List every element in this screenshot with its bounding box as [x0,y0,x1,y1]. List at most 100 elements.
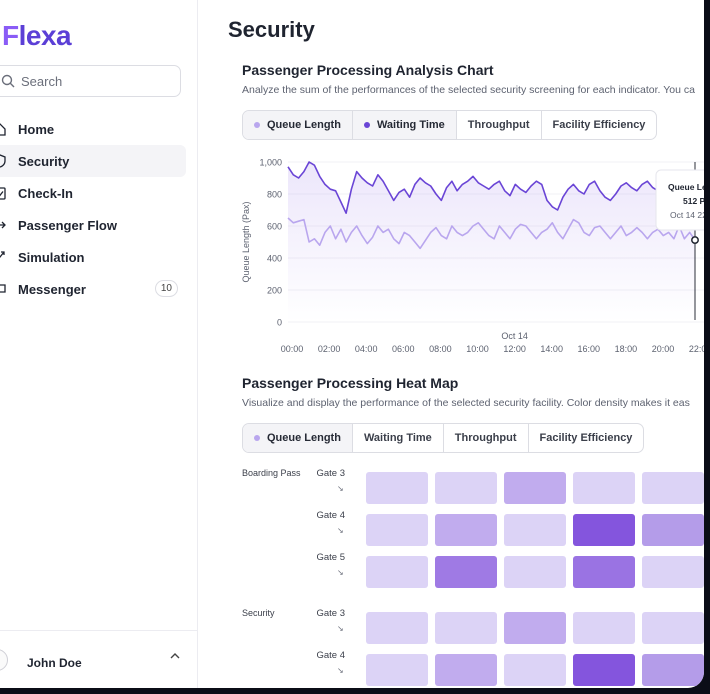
sidebar-item-passenger-flow[interactable]: Passenger Flow [0,209,198,241]
heatmap-cell[interactable] [435,472,497,504]
y-axis-label: Queue Length (Pax) [241,201,251,282]
heatmap-cell[interactable] [642,654,704,686]
heatmap-cell[interactable] [573,612,635,644]
heatmap-cell[interactable] [504,556,566,588]
tooltip-time: Oct 14 22 [670,210,704,220]
heatmap-cell[interactable] [435,514,497,546]
y-tick-label: 0 [277,318,282,328]
expand-arrow-icon[interactable]: ↘ [337,484,344,493]
sidebar-item-simulation[interactable]: Simulation [0,241,198,273]
app-logo[interactable]: Flexa [2,20,72,52]
main-content: Security Passenger Processing Analysis C… [198,0,704,688]
sidebar-item-label: Check-In [18,185,73,201]
sidebar-item-label: Passenger Flow [18,217,117,233]
heatmap-cell[interactable] [642,612,704,644]
heatmap-cell[interactable] [573,654,635,686]
sidebar-item-security[interactable]: Security [0,145,186,177]
x-tick-label: 10:00 [466,344,489,354]
x-tick-label: 14:00 [540,344,563,354]
message-icon [0,284,6,293]
heatmap-cell[interactable] [642,514,704,546]
tab-facility-efficiency[interactable]: Facility Efficiency [542,111,657,139]
tab-waiting-time[interactable]: Waiting Time [353,424,444,452]
heatmap-cell[interactable] [366,472,428,504]
heatmap-cell[interactable] [366,654,428,686]
y-tick-label: 800 [267,190,282,200]
sidebar-item-home[interactable]: Home [0,113,198,145]
x-tick-label: 04:00 [355,344,378,354]
app-window: Flexa Search Home Security Check-In Pass… [0,0,704,688]
expand-arrow-icon[interactable]: ↘ [337,624,344,633]
shield-icon [0,154,6,168]
search-input[interactable]: Search [0,65,181,97]
heatmap-cell[interactable] [366,612,428,644]
tab-throughput[interactable]: Throughput [444,424,529,452]
tab-label: Waiting Time [363,432,432,444]
heatmap-cell[interactable] [642,556,704,588]
tab-label: Facility Efficiency [539,432,633,444]
tab-throughput[interactable]: Throughput [457,111,542,139]
sidebar-item-messenger[interactable]: Messenger 10 [0,273,198,305]
expand-arrow-icon[interactable]: ↘ [337,526,344,535]
x-tick-label: 06:00 [392,344,415,354]
heatmap-cell[interactable] [366,514,428,546]
y-tick-label: 1,000 [259,158,282,168]
heatmap-cell[interactable] [366,556,428,588]
tab-waiting-time[interactable]: Waiting Time [352,111,457,139]
analysis-line-chart[interactable]: 1,000 800 600 400 200 0 Queue Length (Pax) 00:0… [228,150,704,360]
sidebar-item-label: Messenger [18,281,86,297]
heatmap-cell[interactable] [504,612,566,644]
tab-queue-length[interactable]: Queue Length [243,424,353,452]
expand-arrow-icon[interactable]: ↘ [337,666,344,675]
chevron-up-icon[interactable] [169,651,181,661]
x-tick-label: 22:00 [689,344,704,354]
heatmap-cell[interactable] [504,514,566,546]
heatmap-cell[interactable] [435,612,497,644]
heatmap-row-label: Gate 5 [316,552,345,563]
series-dot [254,122,260,128]
page-title: Security [228,17,315,42]
hover-point [691,236,699,245]
analysis-metric-tabs: Queue Length Waiting Time Throughput Fac… [242,110,658,140]
flow-icon [0,221,6,229]
y-tick-label: 600 [267,222,282,232]
tab-label: Throughput [454,432,517,444]
tab-label: Throughput [467,119,530,131]
x-tick-label: 02:00 [318,344,341,354]
user-menu[interactable]: John Doe [0,630,198,688]
x-tick-label: 20:00 [652,344,675,354]
y-tick-label: 400 [267,254,282,264]
heatmap-cell[interactable] [573,556,635,588]
search-placeholder: Search [21,73,63,89]
tab-label: Facility Efficiency [552,119,646,131]
expand-arrow-icon[interactable]: ↘ [337,568,344,577]
heatmap-cell[interactable] [573,514,635,546]
x-tick-label: 08:00 [429,344,452,354]
x-tick-label: 00:00 [281,344,304,354]
tab-label: Queue Length [267,432,341,444]
sidebar-item-check-in[interactable]: Check-In [0,177,198,209]
tab-facility-efficiency[interactable]: Facility Efficiency [529,424,644,452]
unread-count-badge: 10 [154,280,178,297]
tooltip-value: 512 Pa [683,196,704,206]
heatmap-row-label: Gate 3 [316,608,345,619]
sidebar-item-label: Security [18,153,70,169]
home-icon [0,123,6,136]
heatmap-row-label: Gate 4 [316,510,345,521]
heatmap-cell[interactable] [435,556,497,588]
sidebar-nav: Home Security Check-In Passenger Flow Si… [0,113,198,305]
heatmap-cell[interactable] [504,472,566,504]
heatmap-cell[interactable] [642,472,704,504]
heatmap-cell[interactable] [573,472,635,504]
sidebar-item-label: Home [18,121,55,137]
heatmap-cell[interactable] [504,654,566,686]
x-tick-label: 12:00 [503,344,526,354]
sidebar: Flexa Search Home Security Check-In Pass… [0,0,198,688]
heatmap-cell[interactable] [435,654,497,686]
series-dot [254,435,260,441]
y-tick-label: 200 [267,286,282,296]
tab-queue-length[interactable]: Queue Length [243,111,353,139]
series-dot [363,122,370,128]
x-tick-label: 18:00 [615,344,638,354]
tab-label: Queue Length [267,119,341,131]
